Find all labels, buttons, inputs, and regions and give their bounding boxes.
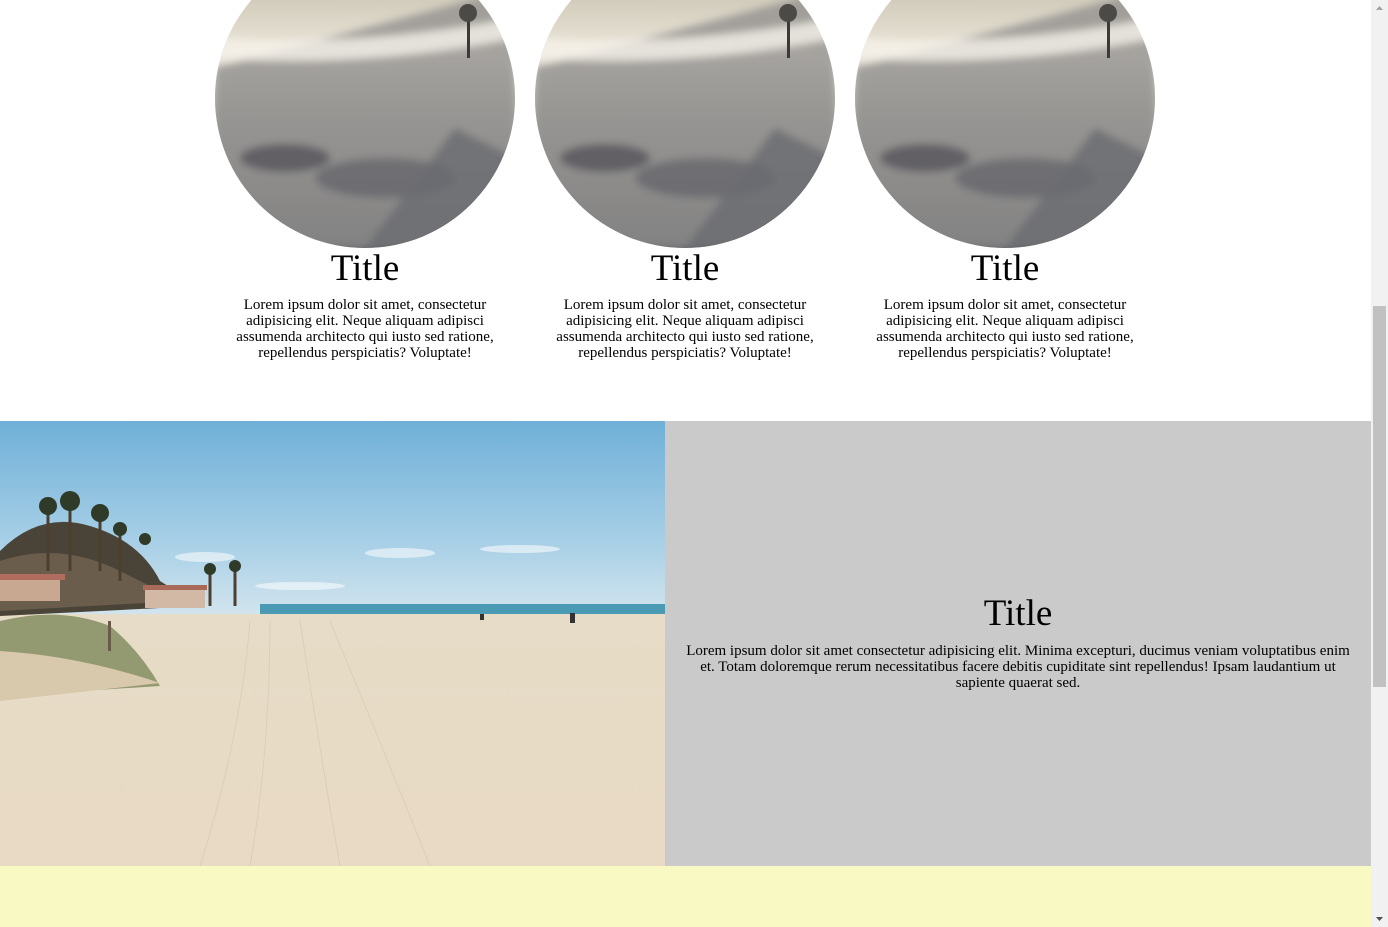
page-content: Title Lorem ipsum dolor sit amet, consec… <box>0 0 1371 927</box>
feature-text-panel: Title Lorem ipsum dolor sit amet consect… <box>665 421 1371 866</box>
feature-image-beach <box>0 421 665 866</box>
card-title: Title <box>330 248 400 289</box>
feature-title: Title <box>983 593 1053 634</box>
card-text: Lorem ipsum dolor sit amet, consectetur … <box>236 297 494 361</box>
card-text: Lorem ipsum dolor sit amet, consectetur … <box>556 297 814 361</box>
bottom-section <box>0 866 1371 927</box>
feature-section: Title Lorem ipsum dolor sit amet consect… <box>0 421 1371 866</box>
card-image-beach <box>215 0 515 248</box>
feature-text: Lorem ipsum dolor sit amet consectetur a… <box>686 643 1350 691</box>
card-image-beach <box>855 0 1155 248</box>
vertical-scrollbar[interactable] <box>1371 0 1388 927</box>
card-title: Title <box>970 248 1040 289</box>
card-image-beach <box>535 0 835 248</box>
scrollbar-thumb[interactable] <box>1373 306 1386 687</box>
card-title: Title <box>650 248 720 289</box>
card-text: Lorem ipsum dolor sit amet, consectetur … <box>876 297 1134 361</box>
page: Title Lorem ipsum dolor sit amet, consec… <box>0 0 1388 927</box>
cards-section: Title Lorem ipsum dolor sit amet, consec… <box>0 0 1371 421</box>
scroll-down-arrow-icon[interactable] <box>1371 910 1388 927</box>
scroll-up-arrow-icon[interactable] <box>1371 0 1388 17</box>
